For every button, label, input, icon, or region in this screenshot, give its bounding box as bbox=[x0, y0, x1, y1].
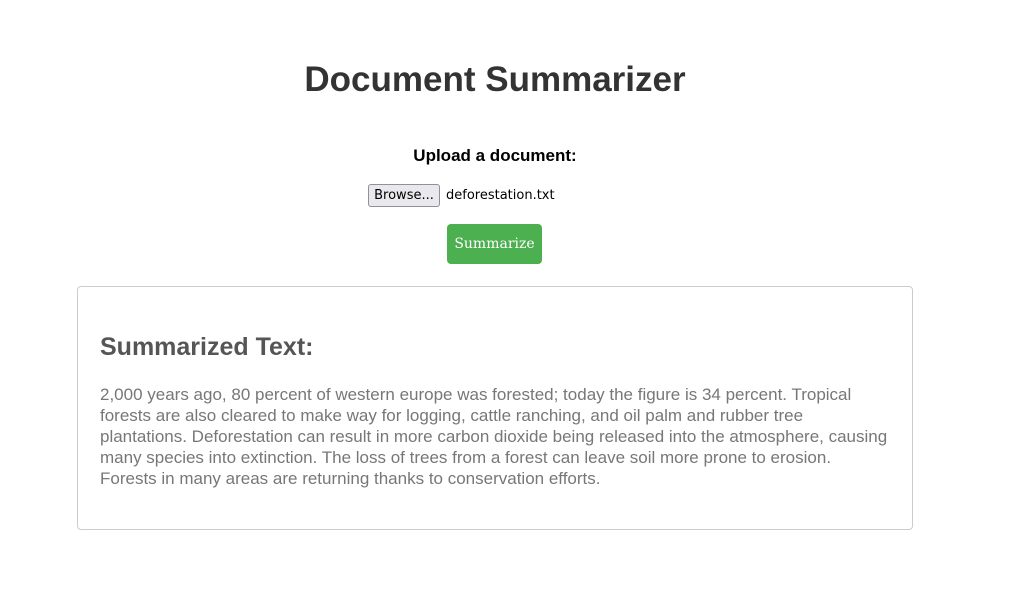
page-title: Document Summarizer bbox=[304, 60, 686, 99]
browse-button[interactable]: Browse... bbox=[368, 184, 440, 207]
file-input[interactable]: Browse... deforestation.txt bbox=[368, 184, 555, 207]
summarize-button[interactable]: Summarize bbox=[447, 224, 542, 264]
upload-label: Upload a document: bbox=[413, 146, 577, 165]
selected-file-name: deforestation.txt bbox=[446, 188, 555, 203]
summary-text: 2,000 years ago, 80 percent of western e… bbox=[100, 385, 888, 488]
summary-panel: Summarized Text: 2,000 years ago, 80 per… bbox=[77, 286, 913, 530]
summary-heading: Summarized Text: bbox=[100, 333, 314, 361]
